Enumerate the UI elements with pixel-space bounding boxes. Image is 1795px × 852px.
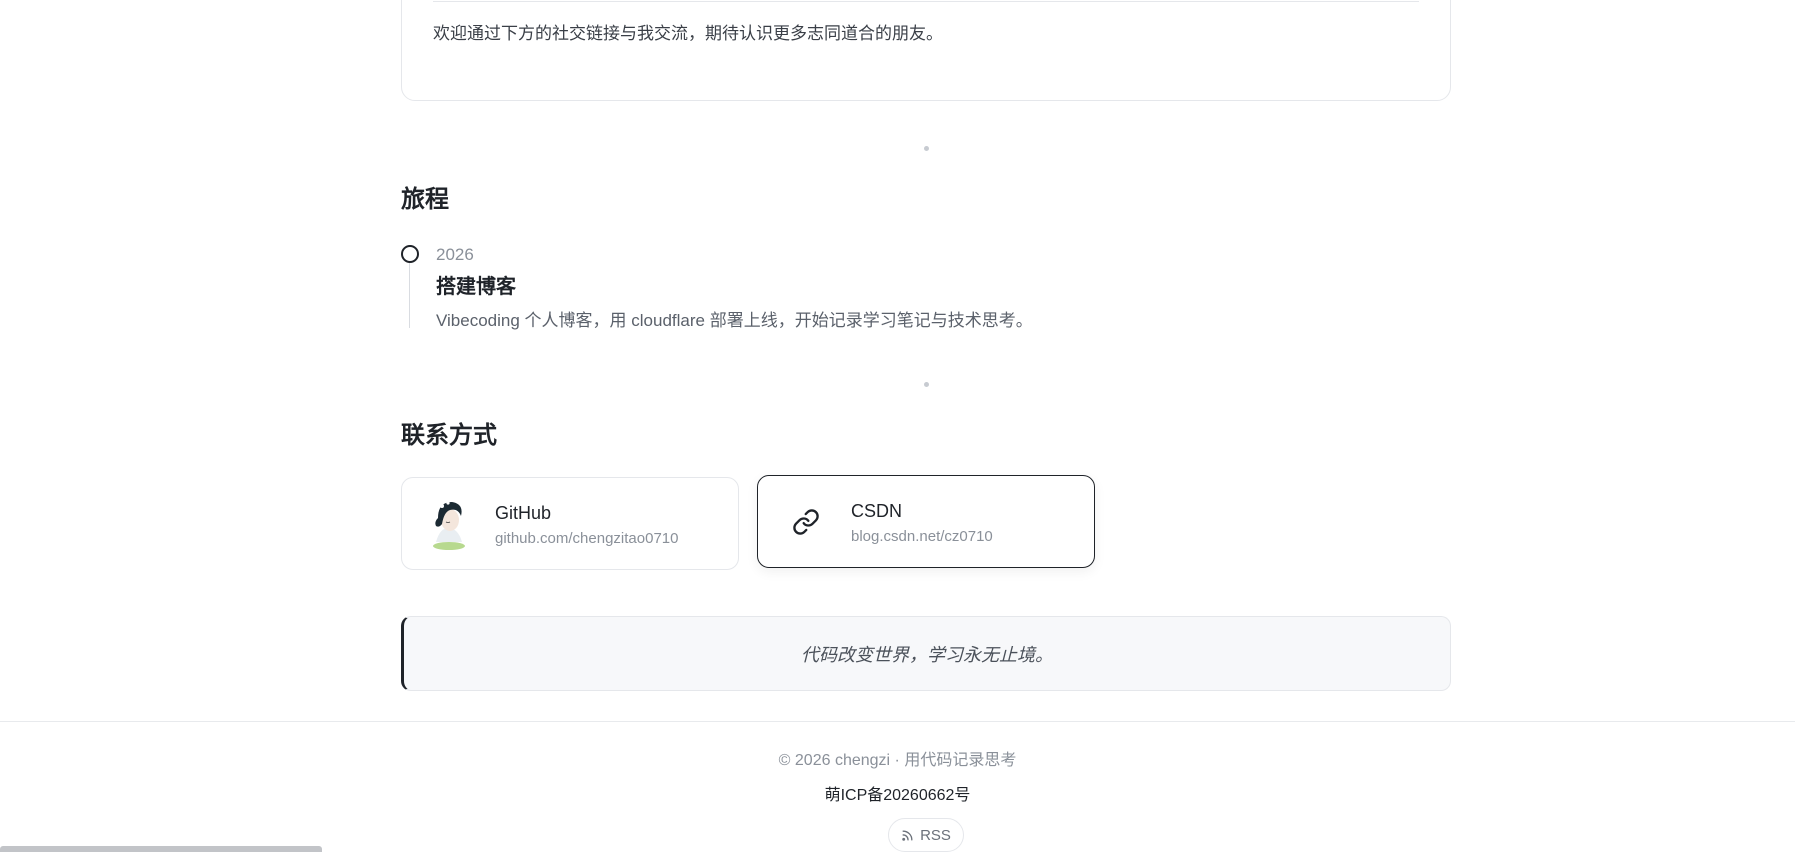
timeline-year: 2026 [436, 245, 474, 264]
avatar [433, 501, 465, 550]
footer-divider [0, 721, 1795, 722]
journey-title: 旅程 [401, 186, 449, 213]
contact-url: github.com/chengzitao0710 [495, 530, 679, 547]
contact-card-csdn[interactable]: CSDN blog.csdn.net/cz0710 [757, 475, 1095, 568]
rss-button[interactable]: RSS [888, 818, 964, 852]
intro-text: 欢迎通过下方的社交链接与我交流，期待认识更多志同道合的朋友。 [433, 24, 943, 43]
timeline-description: Vibecoding 个人博客，用 cloudflare 部署上线，开始记录学习… [436, 311, 1033, 330]
horizontal-scrollbar[interactable] [0, 846, 322, 852]
link-icon [793, 509, 819, 535]
intro-divider [433, 1, 1419, 2]
contact-name: GitHub [495, 503, 552, 523]
contact-title: 联系方式 [401, 422, 497, 449]
intro-card: 欢迎通过下方的社交链接与我交流，期待认识更多志同道合的朋友。 [401, 0, 1451, 101]
contact-url: blog.csdn.net/cz0710 [851, 528, 993, 545]
section-separator-dot [924, 382, 929, 387]
contact-name: CSDN [851, 501, 903, 521]
rss-icon [902, 830, 913, 841]
timeline-title: 搭建博客 [436, 276, 516, 298]
quote-text: 代码改变世界，学习永无止境。 [801, 645, 1053, 665]
timeline-dot [401, 245, 419, 263]
quote-box: 代码改变世界，学习永无止境。 [401, 616, 1451, 691]
contact-card-github[interactable]: GitHub github.com/chengzitao0710 [401, 477, 739, 570]
timeline-line [409, 258, 410, 328]
rss-label: RSS [920, 826, 951, 844]
footer-icp-link[interactable]: 萌ICP备20260662号 [0, 785, 1795, 807]
section-separator-dot [924, 146, 929, 151]
footer-copyright: © 2026 chengzi · 用代码记录思考 [778, 752, 1017, 769]
